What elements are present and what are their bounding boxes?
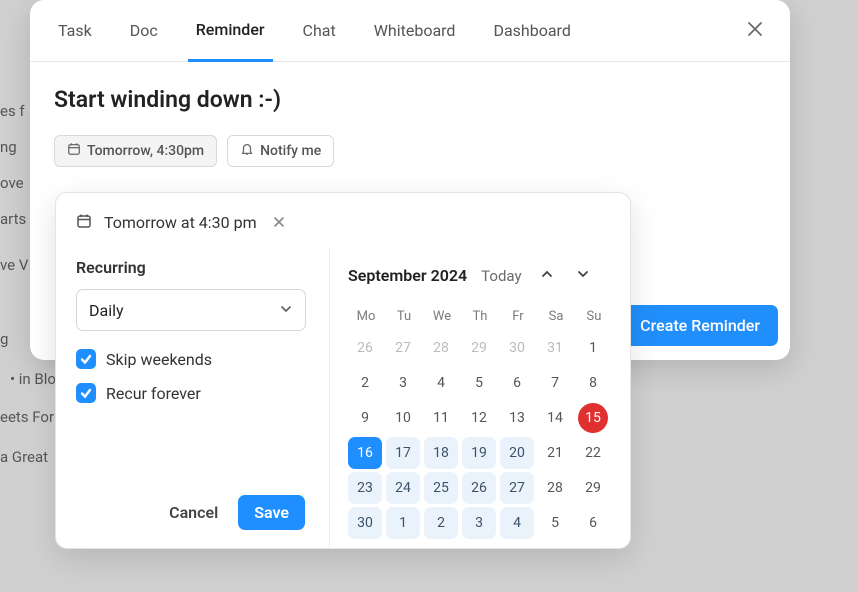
tab-whiteboard[interactable]: Whiteboard [366,0,464,62]
schedule-chip[interactable]: Tomorrow, 4:30pm [54,135,217,167]
calendar-day[interactable]: 23 [348,472,382,504]
recurring-column: Recurring Daily Skip weekends Recur fore… [56,248,330,548]
create-reminder-button[interactable]: Create Reminder [622,305,778,346]
popover-date-label: Tomorrow at 4:30 pm [104,213,257,232]
calendar-day[interactable]: 3 [462,507,496,539]
popover-body: Recurring Daily Skip weekends Recur fore… [56,248,630,548]
chevron-down-icon[interactable] [572,262,594,289]
skip-weekends-label: Skip weekends [106,350,212,369]
calendar-dow: We [424,303,460,329]
calendar-day[interactable]: 26 [348,332,382,364]
calendar-grid: MoTuWeThFrSaSu26272829303112345678910111… [348,303,612,539]
chevron-down-icon [279,301,293,320]
calendar-day[interactable]: 9 [348,402,382,434]
calendar-day[interactable]: 24 [386,472,420,504]
calendar-day[interactable]: 10 [386,402,420,434]
notify-chip-label: Notify me [260,143,321,159]
calendar-day[interactable]: 1 [386,507,420,539]
recurring-title: Recurring [76,258,309,277]
calendar-day[interactable]: 29 [462,332,496,364]
calendar-day[interactable]: 4 [500,507,534,539]
save-button[interactable]: Save [238,495,305,530]
calendar-dow: Su [576,303,612,329]
popover-header: Tomorrow at 4:30 pm [56,193,630,248]
calendar-day[interactable]: 1 [576,332,610,364]
calendar-day[interactable]: 18 [424,437,458,469]
reminder-title[interactable]: Start winding down :-) [54,86,766,113]
clear-date-icon[interactable] [269,209,289,236]
calendar-day[interactable]: 29 [576,472,610,504]
calendar-day[interactable]: 12 [462,402,496,434]
bell-icon [240,142,254,160]
cancel-button[interactable]: Cancel [163,495,224,530]
calendar-day[interactable]: 15 [578,403,608,433]
chip-row: Tomorrow, 4:30pm Notify me [54,135,766,167]
tab-chat[interactable]: Chat [295,0,344,62]
calendar-day[interactable]: 17 [386,437,420,469]
chevron-up-icon[interactable] [536,262,558,289]
notify-chip[interactable]: Notify me [227,135,334,167]
calendar-day[interactable]: 3 [386,367,420,399]
calendar-day[interactable]: 26 [462,472,496,504]
close-icon[interactable] [740,14,770,48]
calendar-day[interactable]: 2 [424,507,458,539]
frequency-select[interactable]: Daily [76,289,306,331]
calendar-day[interactable]: 16 [348,437,382,469]
calendar-day[interactable]: 31 [538,332,572,364]
schedule-chip-label: Tomorrow, 4:30pm [87,143,204,159]
calendar-day[interactable]: 7 [538,367,572,399]
calendar-day[interactable]: 6 [576,507,610,539]
date-recurrence-popover: Tomorrow at 4:30 pm Recurring Daily Skip… [55,192,631,549]
tab-dashboard[interactable]: Dashboard [485,0,578,62]
calendar-day[interactable]: 4 [424,367,458,399]
tab-doc[interactable]: Doc [122,0,166,62]
calendar-day[interactable]: 28 [424,332,458,364]
modal-tabs: Task Doc Reminder Chat Whiteboard Dashboard [30,0,790,62]
calendar-dow: Sa [538,303,574,329]
skip-weekends-checkbox[interactable]: Skip weekends [76,349,309,369]
calendar-month-label: September 2024 [348,266,467,285]
calendar-day[interactable]: 13 [500,402,534,434]
calendar-day[interactable]: 30 [348,507,382,539]
tab-task[interactable]: Task [50,0,100,62]
frequency-value: Daily [89,301,124,320]
calendar-day[interactable]: 14 [538,402,572,434]
calendar-day[interactable]: 28 [538,472,572,504]
tab-reminder[interactable]: Reminder [188,0,273,62]
calendar-header: September 2024 Today [348,262,612,289]
calendar-day[interactable]: 19 [462,437,496,469]
calendar-column: September 2024 Today MoTuWeThFrSaSu26272… [330,248,630,548]
calendar-day[interactable]: 20 [500,437,534,469]
calendar-dow: Fr [500,303,536,329]
calendar-day[interactable]: 30 [500,332,534,364]
calendar-day[interactable]: 22 [576,437,610,469]
calendar-day[interactable]: 5 [462,367,496,399]
today-button[interactable]: Today [481,267,521,285]
calendar-day[interactable]: 6 [500,367,534,399]
calendar-day[interactable]: 25 [424,472,458,504]
calendar-day[interactable]: 11 [424,402,458,434]
checkbox-checked-icon [76,383,96,403]
recur-forever-checkbox[interactable]: Recur forever [76,383,309,403]
calendar-dow: Th [462,303,498,329]
recur-forever-label: Recur forever [106,384,201,403]
calendar-dow: Mo [348,303,384,329]
calendar-day[interactable]: 27 [386,332,420,364]
calendar-day[interactable]: 8 [576,367,610,399]
checkbox-checked-icon [76,349,96,369]
calendar-icon [67,142,81,160]
calendar-day[interactable]: 5 [538,507,572,539]
calendar-day[interactable]: 27 [500,472,534,504]
calendar-day[interactable]: 21 [538,437,572,469]
calendar-day[interactable]: 2 [348,367,382,399]
calendar-dow: Tu [386,303,422,329]
calendar-icon [76,213,92,233]
recurring-actions: Cancel Save [76,495,309,548]
